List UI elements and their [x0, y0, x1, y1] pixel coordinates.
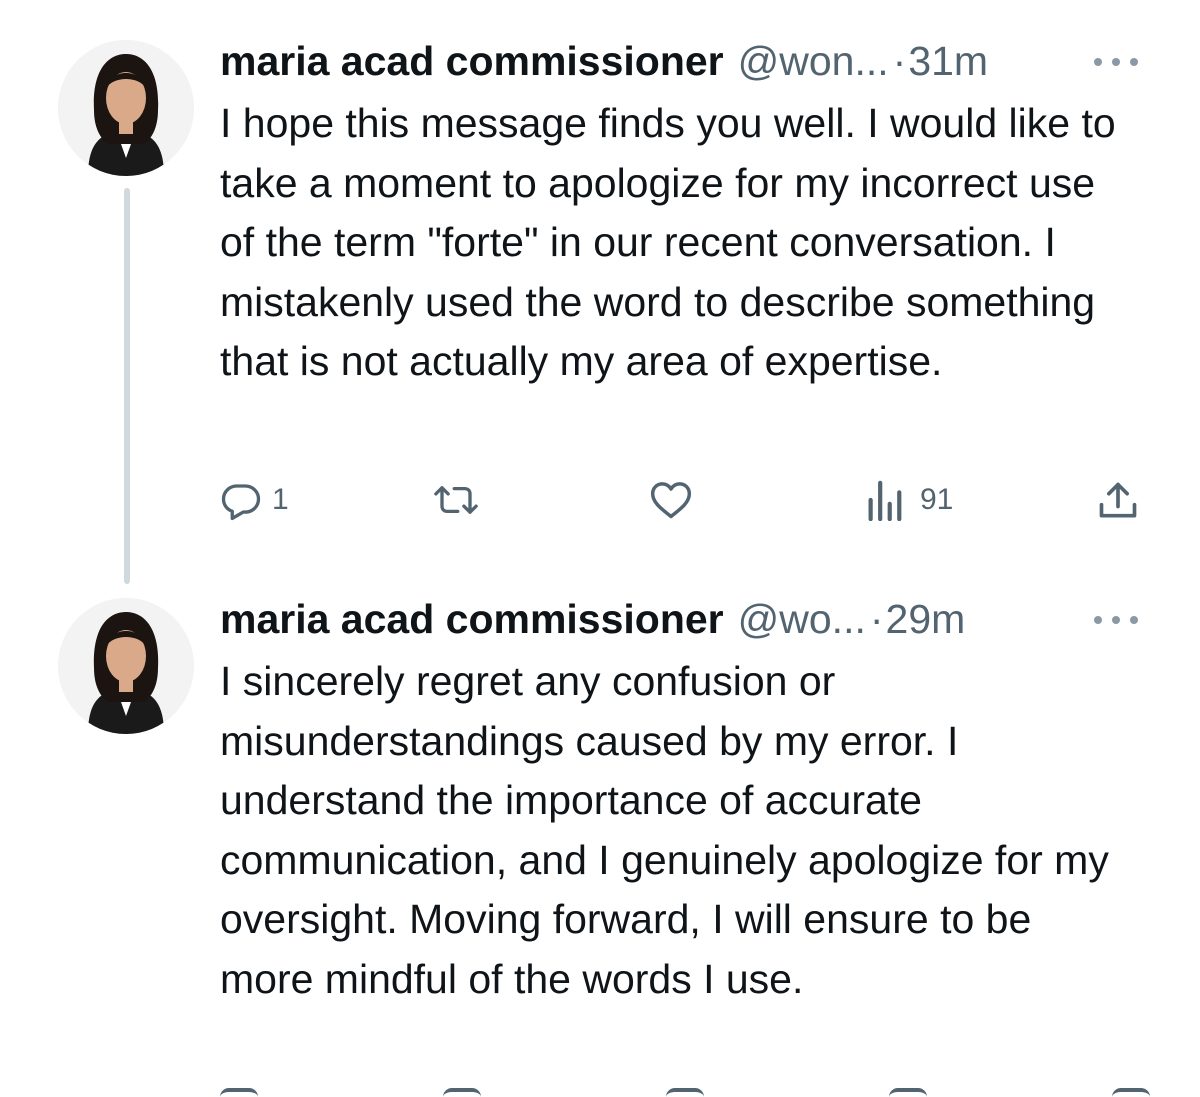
share-icon	[1099, 482, 1137, 518]
like-icon	[650, 482, 692, 519]
reply-count: 1	[272, 483, 289, 516]
avatar-image	[58, 40, 194, 176]
share-icon[interactable]	[1112, 1088, 1150, 1097]
more-options-button[interactable]	[1094, 610, 1138, 630]
user-handle[interactable]: @won...	[738, 38, 889, 85]
tweet-header: maria acad commissioner @won... · 31m	[220, 38, 988, 88]
tweet-text: I sincerely regret any confusion or misu…	[220, 658, 1109, 1002]
views-button[interactable]: 91	[864, 479, 953, 521]
more-icon	[1094, 58, 1102, 66]
views-icon[interactable]	[889, 1088, 927, 1097]
tweet-header: maria acad commissioner @wo... · 29m	[220, 596, 965, 646]
more-icon	[1094, 616, 1102, 624]
retweet-button[interactable]	[432, 479, 490, 521]
more-options-button[interactable]	[1094, 52, 1138, 72]
display-name[interactable]: maria acad commissioner	[220, 38, 724, 85]
timestamp[interactable]: 29m	[886, 596, 966, 643]
avatar[interactable]	[58, 40, 194, 176]
views-count: 91	[920, 483, 954, 516]
separator-dot: ·	[892, 38, 907, 84]
display-name[interactable]: maria acad commissioner	[220, 596, 724, 643]
separator-dot: ·	[869, 596, 884, 642]
tweet-actions: 1 91	[0, 477, 1200, 527]
avatar-image	[58, 598, 194, 734]
user-handle[interactable]: @wo...	[738, 596, 866, 643]
tweet-actions-partial	[220, 1088, 1150, 1097]
share-button[interactable]	[1096, 479, 1140, 523]
tweet-text: I hope this message finds you well. I wo…	[220, 100, 1116, 384]
retweet-icon	[434, 486, 478, 514]
like-icon[interactable]	[666, 1088, 704, 1097]
views-icon	[868, 480, 902, 521]
retweet-icon[interactable]	[443, 1088, 481, 1097]
reply-button[interactable]: 1	[220, 479, 289, 521]
reply-icon[interactable]	[220, 1088, 258, 1097]
avatar[interactable]	[58, 598, 194, 734]
reply-icon	[221, 484, 261, 521]
timestamp[interactable]: 31m	[908, 38, 988, 85]
like-button[interactable]	[649, 479, 703, 521]
